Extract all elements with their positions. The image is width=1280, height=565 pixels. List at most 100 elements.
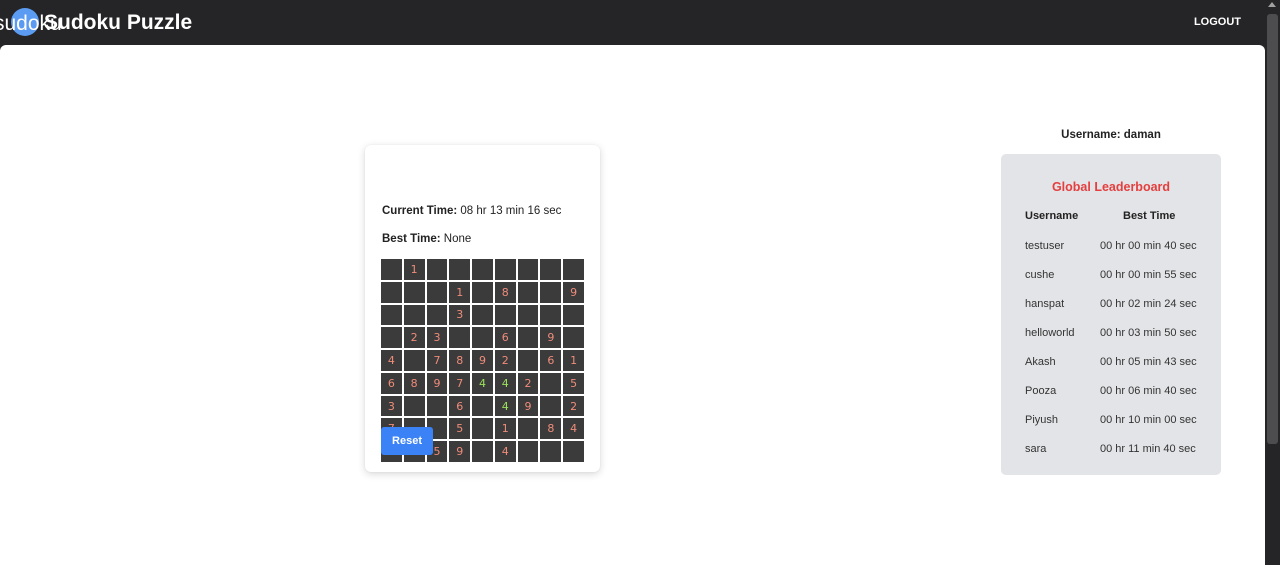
sudoku-cell[interactable]: 1	[494, 418, 516, 440]
sudoku-cell[interactable]	[563, 327, 584, 349]
sudoku-cell[interactable]: 6	[540, 350, 562, 371]
leaderboard-best-time: 00 hr 02 min 24 sec	[1100, 298, 1197, 310]
sudoku-cell[interactable]: 9	[517, 395, 539, 417]
sudoku-cell[interactable]	[517, 304, 539, 326]
sudoku-cell[interactable]	[426, 304, 448, 326]
sudoku-cell[interactable]: 9	[449, 441, 471, 462]
sudoku-cell[interactable]: 1	[403, 259, 425, 280]
sudoku-cell[interactable]: 3	[381, 395, 402, 417]
sudoku-cell[interactable]: 4	[472, 372, 493, 394]
sudoku-cell[interactable]	[403, 350, 425, 371]
sudoku-cell[interactable]: 4	[494, 441, 516, 462]
sudoku-cell[interactable]	[449, 327, 471, 349]
sudoku-cell[interactable]	[403, 304, 425, 326]
sudoku-cell[interactable]	[517, 418, 539, 440]
leaderboard-row: sara 00 hr 11 min 40 sec	[1001, 443, 1221, 459]
sudoku-cell[interactable]: 2	[403, 327, 425, 349]
sudoku-cell[interactable]: 1	[449, 281, 471, 303]
sudoku-cell[interactable]: 1	[563, 350, 584, 371]
sudoku-cell[interactable]	[540, 281, 562, 303]
scrollbar-thumb[interactable]	[1267, 14, 1278, 444]
sudoku-cell[interactable]: 9	[472, 350, 493, 371]
sudoku-cell[interactable]: 2	[563, 395, 584, 417]
sudoku-cell[interactable]	[426, 395, 448, 417]
sudoku-cell[interactable]: 9	[563, 281, 584, 303]
leaderboard-username: sara	[1025, 443, 1047, 455]
sudoku-cell[interactable]	[472, 395, 493, 417]
current-time-label: Current Time:	[382, 205, 458, 217]
sudoku-cell[interactable]	[563, 259, 584, 280]
leaderboard-panel: Global Leaderboard Username Best Time te…	[1001, 154, 1221, 475]
sudoku-cell[interactable]: 5	[449, 418, 471, 440]
sudoku-cell[interactable]: 8	[540, 418, 562, 440]
sudoku-cell[interactable]	[472, 418, 493, 440]
sudoku-cell[interactable]	[540, 259, 562, 280]
sudoku-cell[interactable]: 9	[540, 327, 562, 349]
leaderboard-row: helloworld 00 hr 03 min 50 sec	[1001, 327, 1221, 343]
username-label: Username: daman	[1061, 129, 1161, 141]
main-content: Current Time: 08 hr 13 min 16 sec Best T…	[0, 45, 1265, 565]
sudoku-cell[interactable]	[517, 259, 539, 280]
sudoku-cell[interactable]	[381, 327, 402, 349]
sudoku-cell[interactable]	[540, 304, 562, 326]
sudoku-cell[interactable]: 4	[494, 395, 516, 417]
leaderboard-row: cushe 00 hr 00 min 55 sec	[1001, 269, 1221, 285]
sudoku-cell[interactable]	[517, 441, 539, 462]
sudoku-cell[interactable]	[563, 441, 584, 462]
sudoku-cell[interactable]	[472, 441, 493, 462]
sudoku-cell[interactable]	[517, 327, 539, 349]
sudoku-cell[interactable]	[472, 259, 493, 280]
sudoku-cell[interactable]: 8	[449, 350, 471, 371]
sudoku-cell[interactable]: 6	[449, 395, 471, 417]
sudoku-cell[interactable]	[426, 281, 448, 303]
sudoku-cell[interactable]: 8	[494, 281, 516, 303]
sudoku-cell[interactable]	[403, 395, 425, 417]
leaderboard-username: Pooza	[1025, 385, 1057, 397]
sudoku-cell[interactable]: 3	[426, 327, 448, 349]
sudoku-cell[interactable]: 4	[563, 418, 584, 440]
column-header-username: Username	[1025, 210, 1079, 222]
sudoku-cell[interactable]	[540, 441, 562, 462]
sudoku-cell[interactable]: 2	[494, 350, 516, 371]
sudoku-cell[interactable]	[540, 395, 562, 417]
leaderboard-row: Pooza 00 hr 06 min 40 sec	[1001, 385, 1221, 401]
sudoku-cell[interactable]	[449, 259, 471, 280]
sudoku-cell[interactable]: 6	[381, 372, 402, 394]
sudoku-cell[interactable]: 9	[426, 372, 448, 394]
sudoku-cell[interactable]: 7	[449, 372, 471, 394]
leaderboard-username: cushe	[1025, 269, 1055, 281]
current-time: Current Time: 08 hr 13 min 16 sec	[382, 205, 561, 217]
sudoku-cell[interactable]: 6	[494, 327, 516, 349]
sudoku-cell[interactable]	[494, 259, 516, 280]
sudoku-cell[interactable]: 4	[494, 372, 516, 394]
sudoku-cell[interactable]	[517, 350, 539, 371]
navbar: sudoku Sudoku Puzzle LOGOUT	[0, 0, 1265, 45]
leaderboard-row: testuser 00 hr 00 min 40 sec	[1001, 240, 1221, 256]
logout-link[interactable]: LOGOUT	[1194, 16, 1241, 28]
sudoku-cell[interactable]	[540, 372, 562, 394]
scroll-up-icon[interactable]	[1268, 2, 1276, 7]
leaderboard-header: Username Best Time	[1001, 210, 1221, 226]
sudoku-cell[interactable]	[494, 304, 516, 326]
sudoku-cell[interactable]: 3	[449, 304, 471, 326]
sudoku-cell[interactable]	[381, 281, 402, 303]
sudoku-cell[interactable]	[381, 304, 402, 326]
leaderboard-username: helloworld	[1025, 327, 1075, 339]
leaderboard-username: hanspat	[1025, 298, 1065, 310]
sudoku-cell[interactable]	[426, 259, 448, 280]
sudoku-cell[interactable]	[472, 304, 493, 326]
brand[interactable]: sudoku Sudoku Puzzle	[0, 0, 220, 45]
sudoku-cell[interactable]: 2	[517, 372, 539, 394]
sudoku-cell[interactable]: 7	[426, 350, 448, 371]
best-time-label: Best Time:	[382, 233, 441, 245]
sudoku-cell[interactable]: 8	[403, 372, 425, 394]
sudoku-cell[interactable]	[517, 281, 539, 303]
sudoku-cell[interactable]	[563, 304, 584, 326]
sudoku-cell[interactable]	[403, 281, 425, 303]
reset-button[interactable]: Reset	[381, 427, 433, 455]
sudoku-cell[interactable]: 5	[563, 372, 584, 394]
sudoku-cell[interactable]	[381, 259, 402, 280]
sudoku-cell[interactable]	[472, 281, 493, 303]
sudoku-cell[interactable]: 4	[381, 350, 402, 371]
sudoku-cell[interactable]	[472, 327, 493, 349]
